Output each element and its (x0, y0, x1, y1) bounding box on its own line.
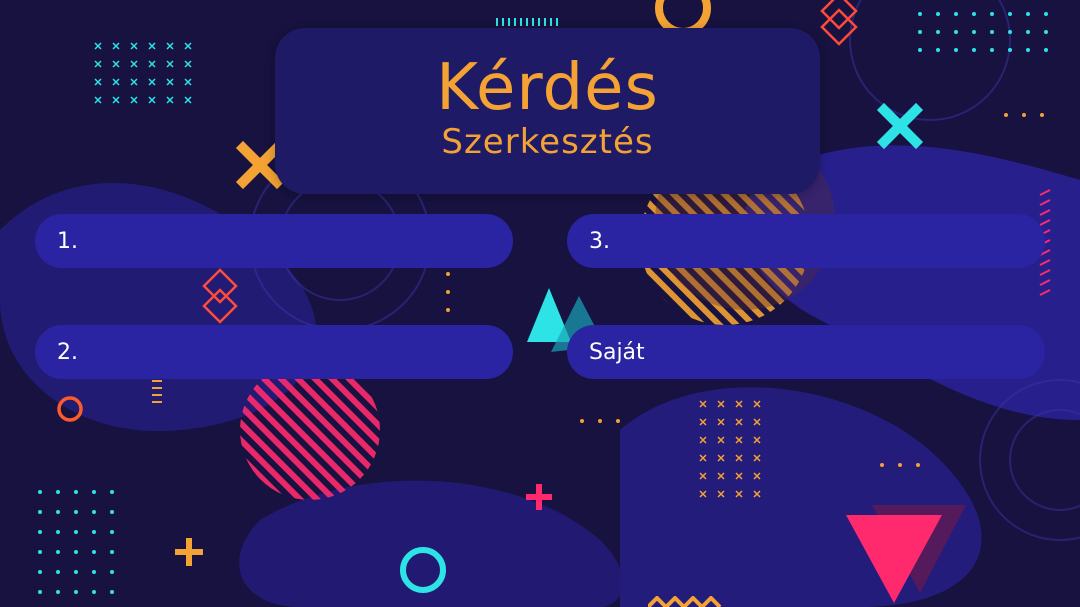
diamond-icon (820, 0, 858, 46)
x-mark-icon (876, 102, 924, 150)
circle-ring-icon (57, 396, 83, 422)
answer-button-3[interactable]: 3. (567, 214, 1045, 268)
answer-button-1[interactable]: 1. (35, 214, 513, 268)
zigzag-icon (648, 596, 722, 607)
page-subtitle: Szerkesztés (441, 122, 654, 162)
answer-button-2[interactable]: 2. (35, 325, 513, 379)
triangle-icon (846, 505, 966, 603)
circle-ring-icon (400, 547, 446, 593)
own-answer-button[interactable]: Saját (567, 325, 1045, 379)
title-card: Kérdés Szerkesztés (275, 28, 820, 194)
page-title: Kérdés (436, 51, 659, 125)
diamond-icon (202, 268, 238, 324)
plus-icon (526, 484, 552, 510)
plus-icon (175, 538, 203, 566)
